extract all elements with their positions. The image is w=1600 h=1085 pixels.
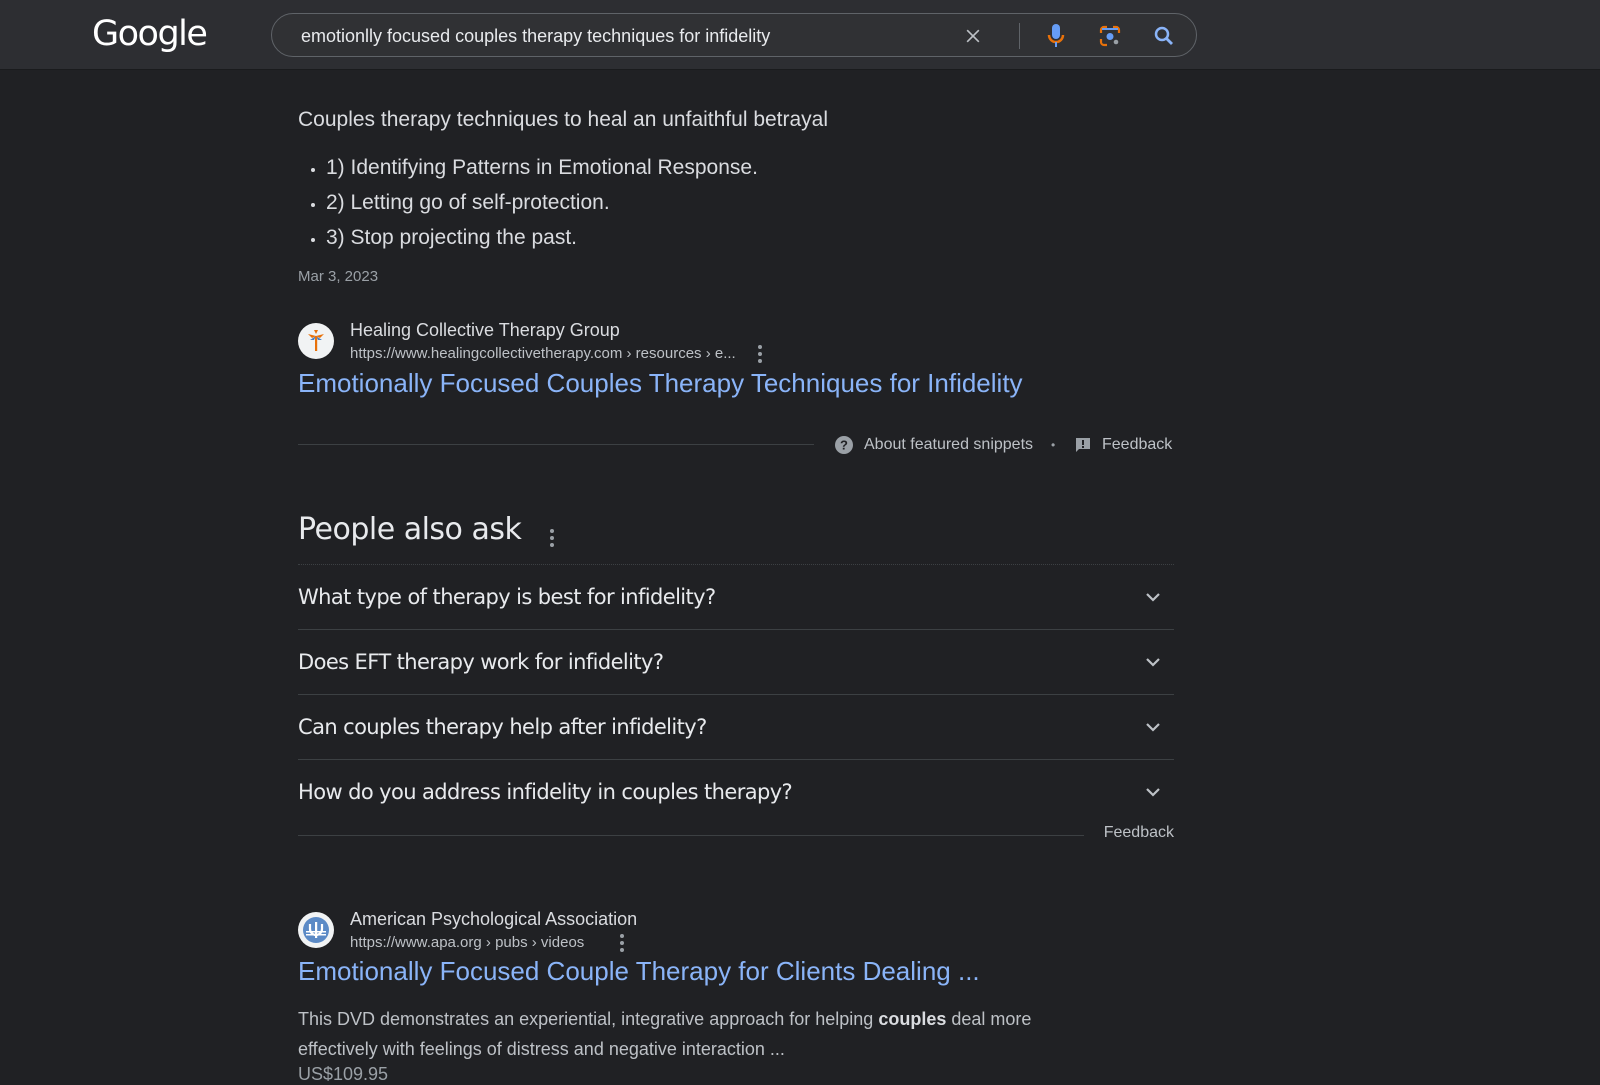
result-source[interactable]: American Psychological Association https… xyxy=(298,906,637,954)
lens-search-button[interactable] xyxy=(1094,20,1126,52)
close-icon xyxy=(966,29,980,43)
snippet-list-item: 3) Stop projecting the past. xyxy=(326,220,758,255)
divider xyxy=(298,835,1084,836)
chevron-down-icon xyxy=(1146,723,1160,732)
more-options-icon[interactable] xyxy=(754,343,766,365)
site-name: Healing Collective Therapy Group xyxy=(350,320,620,340)
help-icon: ? xyxy=(835,436,853,454)
snippet-source[interactable]: Healing Collective Therapy Group https:/… xyxy=(298,317,766,365)
snippet-feedback-button[interactable]: Feedback xyxy=(1074,431,1172,459)
about-featured-snippets-label: About featured snippets xyxy=(864,436,1034,453)
healing-collective-favicon xyxy=(298,323,334,359)
snippet-date: Mar 3, 2023 xyxy=(298,268,379,285)
paa-question-text: How do you address infidelity in couples… xyxy=(298,780,793,804)
paa-more-options-icon[interactable] xyxy=(546,527,558,549)
snippet-list-item: 2) Letting go of self-protection. xyxy=(326,185,758,220)
feedback-icon xyxy=(1076,438,1090,452)
search-button[interactable] xyxy=(1148,20,1180,52)
header: Google xyxy=(0,0,1600,70)
voice-search-button[interactable] xyxy=(1040,20,1072,52)
paa-question-text: Does EFT therapy work for infidelity? xyxy=(298,650,664,674)
microphone-icon xyxy=(1047,24,1065,47)
feedback-label: Feedback xyxy=(1102,436,1173,453)
chevron-down-icon xyxy=(1146,788,1160,797)
snippet-list-item: 1) Identifying Patterns in Emotional Res… xyxy=(326,150,758,185)
search-input[interactable] xyxy=(299,14,943,58)
search-divider xyxy=(1019,23,1020,49)
chevron-down-icon xyxy=(1146,593,1160,602)
chevron-down-icon xyxy=(1146,658,1160,667)
search-icon xyxy=(1154,26,1173,45)
description-highlight: couples xyxy=(878,1009,947,1029)
svg-text:?: ? xyxy=(840,438,848,453)
about-featured-snippets-link[interactable]: ? About featured snippets xyxy=(834,431,1033,459)
snippet-result-title[interactable]: Emotionally Focused Couples Therapy Tech… xyxy=(298,368,1023,399)
snippet-list: 1) Identifying Patterns in Emotional Res… xyxy=(298,150,758,255)
paa-question-text: What type of therapy is best for infidel… xyxy=(298,585,716,609)
paa-question[interactable]: Does EFT therapy work for infidelity? xyxy=(298,630,1174,695)
site-url: https://www.apa.org › pubs › videos xyxy=(350,934,585,951)
google-logo[interactable]: Google xyxy=(92,14,208,54)
palm-tree-icon xyxy=(308,330,324,351)
result-price: US$109.95 xyxy=(298,1064,389,1084)
apa-psi-icon xyxy=(303,917,329,943)
more-options-icon[interactable] xyxy=(616,932,628,954)
paa-question-text: Can couples therapy help after infidelit… xyxy=(298,715,707,739)
paa-feedback-link[interactable]: Feedback xyxy=(1104,824,1174,842)
apa-favicon xyxy=(298,912,334,948)
paa-question[interactable]: How do you address infidelity in couples… xyxy=(298,760,1174,824)
paa-question[interactable]: Can couples therapy help after infidelit… xyxy=(298,695,1174,760)
divider xyxy=(298,444,814,445)
separator-dot: • xyxy=(1051,438,1056,452)
result-title[interactable]: Emotionally Focused Couple Therapy for C… xyxy=(298,956,980,987)
clear-search-button[interactable] xyxy=(957,20,989,52)
paa-footer: Feedback xyxy=(298,824,1174,846)
result-description: This DVD demonstrates an experiential, i… xyxy=(298,1004,1098,1064)
site-name: American Psychological Association xyxy=(350,909,638,929)
snippet-heading: Couples therapy techniques to heal an un… xyxy=(298,108,829,131)
people-also-ask-heading: People also ask xyxy=(298,512,522,547)
description-text: This DVD demonstrates an experiential, i… xyxy=(298,1009,879,1029)
site-url: https://www.healingcollectivetherapy.com… xyxy=(350,345,736,362)
search-box xyxy=(271,13,1197,58)
people-also-ask-list: What type of therapy is best for infidel… xyxy=(298,564,1174,824)
snippet-footer: ? About featured snippets • Feedback xyxy=(298,431,1174,459)
camera-lens-icon xyxy=(1099,25,1121,47)
paa-question[interactable]: What type of therapy is best for infidel… xyxy=(298,565,1174,630)
